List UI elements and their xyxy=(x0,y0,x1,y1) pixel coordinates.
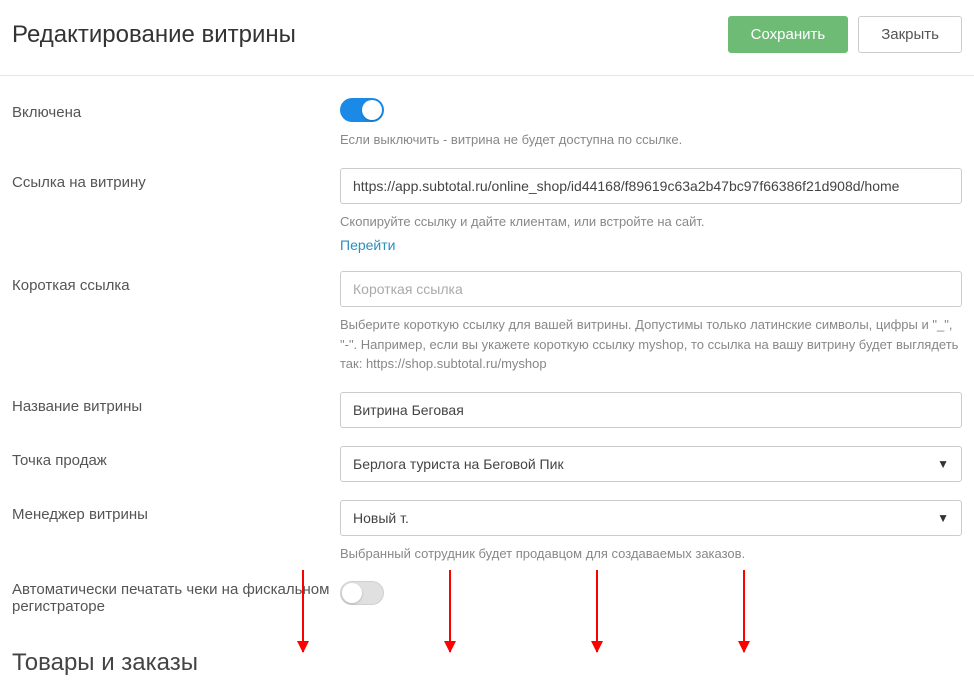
annotation-arrow-icon xyxy=(596,570,598,652)
manager-value: Новый т. xyxy=(353,510,409,526)
pos-select[interactable]: Берлога туриста на Беговой Пик ▼ xyxy=(340,446,962,482)
annotation-arrow-icon xyxy=(302,570,304,652)
annotation-arrow-icon xyxy=(743,570,745,652)
save-button[interactable]: Сохранить xyxy=(728,16,849,53)
enabled-help: Если выключить - витрина не будет доступ… xyxy=(340,130,962,150)
link-input[interactable] xyxy=(340,168,962,204)
name-input[interactable] xyxy=(340,392,962,428)
short-link-help: Выберите короткую ссылку для вашей витри… xyxy=(340,315,962,374)
chevron-down-icon: ▼ xyxy=(937,457,949,471)
link-help: Скопируйте ссылку и дайте клиентам, или … xyxy=(340,212,962,232)
pos-label: Точка продаж xyxy=(12,446,340,469)
pos-value: Берлога туриста на Беговой Пик xyxy=(353,456,564,472)
link-label: Ссылка на витрину xyxy=(12,168,340,191)
annotation-arrow-icon xyxy=(449,570,451,652)
name-label: Название витрины xyxy=(12,392,340,415)
short-link-label: Короткая ссылка xyxy=(12,271,340,294)
manager-label: Менеджер витрины xyxy=(12,500,340,523)
close-button[interactable]: Закрыть xyxy=(858,16,962,53)
enabled-toggle[interactable] xyxy=(340,98,384,122)
manager-select[interactable]: Новый т. ▼ xyxy=(340,500,962,536)
auto-print-label: Автоматически печатать чеки на фискально… xyxy=(12,581,340,615)
page-title: Редактирование витрины xyxy=(12,21,296,49)
goods-section-title: Товары и заказы xyxy=(12,649,962,677)
manager-help: Выбранный сотрудник будет продавцом для … xyxy=(340,544,962,564)
goto-link[interactable]: Перейти xyxy=(340,237,395,253)
auto-print-toggle[interactable] xyxy=(340,581,384,605)
enabled-label: Включена xyxy=(12,98,340,121)
short-link-input[interactable] xyxy=(340,271,962,307)
chevron-down-icon: ▼ xyxy=(937,511,949,525)
